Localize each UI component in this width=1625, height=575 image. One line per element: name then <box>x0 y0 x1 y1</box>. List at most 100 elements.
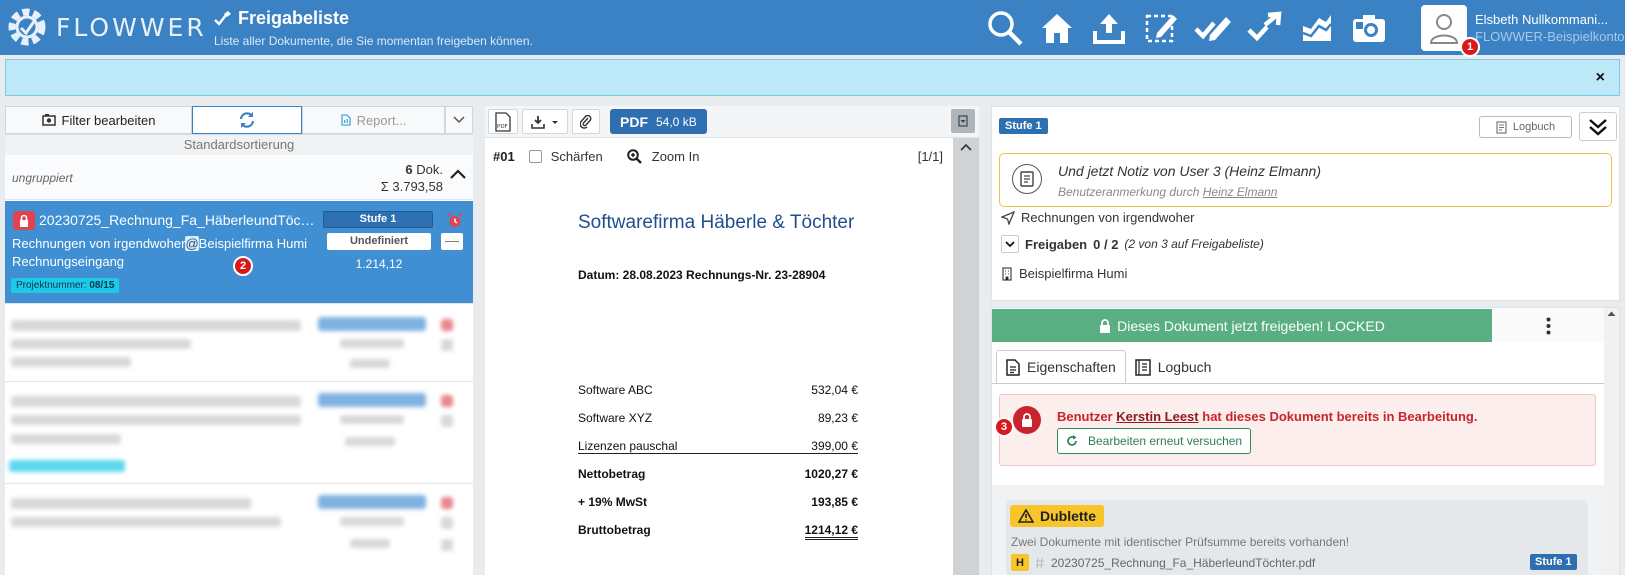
doc-category: Rechnungseingang <box>12 254 125 269</box>
logbuch-button[interactable]: Logbuch <box>1479 116 1572 138</box>
upload-icon[interactable] <box>1089 8 1129 48</box>
invoice-row-value: 399,00 € <box>811 439 858 453</box>
chevron-up-icon[interactable] <box>449 168 467 180</box>
report-dropdown-button[interactable] <box>445 106 473 134</box>
viewer-toolbar: PDF PDF 54,0 kB <box>485 106 979 138</box>
kebab-menu-icon <box>1546 317 1550 334</box>
note-author-link[interactable]: Heinz Elmann <box>1203 185 1278 199</box>
invoice-row-label: Bruttobetrag <box>578 523 651 537</box>
invoice-row-value: 1020,27 € <box>804 467 858 481</box>
logo[interactable]: FLOWWER <box>4 4 207 50</box>
alert-prefix: Benutzer <box>1057 409 1113 424</box>
duplicate-file-row[interactable]: H 20230725_Rechnung_Fa_HäberleundTöchter… <box>1011 554 1315 571</box>
viewer-side-button[interactable] <box>951 109 975 133</box>
invoice-row-label: Lizenzen pauschal <box>578 439 678 453</box>
doc-workflow-company: Rechnungen von irgendwoher@Beispielfirma… <box>12 236 307 251</box>
document-header-panel: Stufe 1 Logbuch Und jetzt Notiz von User… <box>991 106 1620 301</box>
duplicate-label: Dublette <box>1040 508 1096 524</box>
invoice-row: Software XYZ 89,23 € <box>578 411 858 425</box>
group-header[interactable]: ungruppiert 6 Dok. Σ 3.793,58 <box>5 155 473 200</box>
sharpen-checkbox[interactable] <box>528 149 542 163</box>
more-options-button[interactable] <box>1492 309 1604 342</box>
logbook-icon <box>1134 358 1151 376</box>
gear-logo-icon <box>8 8 46 46</box>
close-icon[interactable]: × <box>1596 69 1605 87</box>
lock-icon <box>1013 406 1041 434</box>
zoom-in-icon[interactable] <box>626 148 642 164</box>
alert-user-link[interactable]: Kerstin Leest <box>1116 409 1198 424</box>
filter-button[interactable]: Filter bearbeiten <box>5 106 192 134</box>
attachment-button[interactable] <box>572 109 600 134</box>
callout-badge-1: 1 <box>1460 37 1480 57</box>
approvals-value: 0 / 2 <box>1093 236 1119 252</box>
refresh-button[interactable] <box>192 106 302 134</box>
chart-icon[interactable] <box>1297 8 1337 48</box>
document-list-panel: Filter bearbeiten Report... Standardsort… <box>5 106 473 575</box>
pdf-file-icon: PDF <box>495 111 511 132</box>
deselect-button[interactable]: — <box>441 233 463 250</box>
document-detail-panel: Dieses Dokument jetzt freigeben! LOCKED … <box>991 307 1620 575</box>
list-item[interactable] <box>5 303 473 381</box>
sharpen-label[interactable]: Schärfen <box>551 149 603 164</box>
viewer-scrollbar[interactable] <box>953 138 979 575</box>
doc-amount: 1.214,12 <box>355 257 403 271</box>
double-chevron-down-icon <box>1589 118 1607 136</box>
report-button-label: Report... <box>356 112 407 128</box>
refresh-icon <box>1067 435 1077 446</box>
report-button[interactable]: Report... <box>302 106 445 134</box>
filter-button-label: Filter bearbeiten <box>61 112 156 128</box>
invoice-row: + 19% MwSt 193,85 € <box>578 495 858 509</box>
top-bar: FLOWWER Freigabeliste Liste aller Dokume… <box>0 0 1625 55</box>
list-item[interactable] <box>5 381 473 483</box>
tab-properties[interactable]: Eigenschaften <box>996 350 1126 384</box>
group-summary: 6 Dok. Σ 3.793,58 <box>381 161 443 195</box>
invoice-row-label: Nettobetrag <box>578 467 646 481</box>
invoice-row: Lizenzen pauschal 399,00 € <box>578 439 858 454</box>
pen-icon[interactable] <box>1193 8 1233 48</box>
project-tag[interactable]: Projektnummer: 08/15 <box>11 278 120 293</box>
approvals-expand-button[interactable] <box>1001 235 1019 253</box>
approvals-row: Freigaben 0 / 2 (2 von 3 auf Freigabelis… <box>1001 235 1264 253</box>
duplicate-marker: H <box>1011 554 1029 571</box>
duplicate-badge: Dublette <box>1010 505 1104 527</box>
list-item[interactable] <box>5 483 473 575</box>
tab-properties-label: Eigenschaften <box>1027 359 1116 375</box>
document-viewer-panel: PDF PDF 54,0 kB #01 Schärfen Zoom In [1/… <box>485 106 979 575</box>
scroll-up-icon[interactable] <box>960 143 972 151</box>
filter-edit-icon <box>41 114 56 126</box>
retry-edit-button[interactable]: Bearbeiten erneut versuchen <box>1057 428 1252 454</box>
tab-logbook[interactable]: Logbuch <box>1126 350 1221 384</box>
invoice-meta: Datum: 28.08.2023 Rechnungs-Nr. 23-28904 <box>578 268 826 282</box>
detail-tabs: Eigenschaften Logbuch <box>996 350 1220 384</box>
invoice-row: Bruttobetrag 1214,12 € <box>578 523 858 540</box>
doc-title: 20230725_Rechnung_Fa_HäberleundTöchter.p… <box>39 212 321 228</box>
camera-icon[interactable] <box>1349 8 1389 48</box>
pdf-format-badge[interactable]: PDF 54,0 kB <box>610 109 707 134</box>
panel-toggle-icon <box>958 115 968 127</box>
note-author: Benutzeranmerkung durch Heinz Elmann <box>1058 185 1277 199</box>
detail-scrollbar[interactable] <box>1604 308 1619 575</box>
doc-workflow: Rechnungen von irgendwoher <box>12 236 186 251</box>
toolbar-icons <box>985 8 1389 48</box>
page-title: Freigabeliste <box>214 8 533 29</box>
zoom-in-label[interactable]: Zoom In <box>652 149 700 164</box>
list-toolbar: Filter bearbeiten Report... <box>5 106 473 135</box>
list-item-selected[interactable]: 20230725_Rechnung_Fa_HäberleundTöchter.p… <box>5 201 473 303</box>
arrow-forward-icon[interactable] <box>1245 8 1285 48</box>
scroll-up-icon[interactable] <box>1607 310 1616 317</box>
approvals-note: (2 von 3 auf Freigabeliste) <box>1124 237 1264 251</box>
edit-frame-icon[interactable] <box>1141 8 1181 48</box>
home-icon[interactable] <box>1037 8 1077 48</box>
invoice-row-value: 89,23 € <box>817 411 858 425</box>
user-info[interactable]: Elsbeth Nullkommani... FLOWWER-Beispielk… <box>1475 12 1625 44</box>
collapse-button[interactable] <box>1579 112 1617 141</box>
download-button[interactable] <box>522 109 568 134</box>
invoice-row-value: 193,85 € <box>811 495 858 509</box>
chevron-down-icon <box>1005 240 1015 247</box>
pdf-file-button[interactable]: PDF <box>488 109 518 134</box>
sort-label[interactable]: Standardsortierung <box>5 135 473 155</box>
release-button[interactable]: Dieses Dokument jetzt freigeben! LOCKED <box>992 309 1492 342</box>
search-icon[interactable] <box>985 8 1025 48</box>
group-sum: Σ 3.793,58 <box>380 179 443 194</box>
group-doc-unit: Dok. <box>416 162 443 177</box>
